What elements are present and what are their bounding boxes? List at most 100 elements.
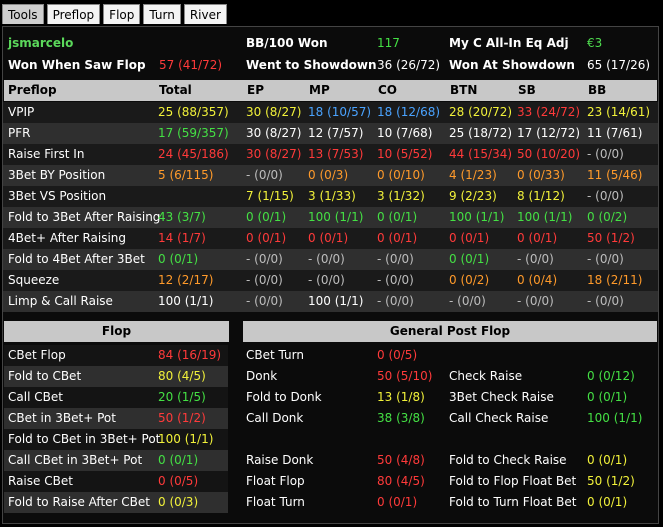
preflop-stat-cell: - (0/0) (246, 273, 283, 287)
postflop-stat-value: 38 (3/8) (377, 411, 425, 425)
postflop-stat-value: 0 (0/5) (377, 348, 418, 362)
preflop-stat-cell: 0 (0/1) (308, 231, 349, 245)
preflop-stat-cell: 0 (0/10) (377, 168, 425, 182)
preflop-stat-cell: 3 (1/33) (308, 189, 356, 203)
preflop-stat-cell: 25 (88/357) (158, 105, 229, 119)
preflop-row: PFR 17 (59/357) 30 (8/27) 12 (7/57) 10 (7/68… (3, 123, 658, 144)
preflop-row-label: Raise First In (8, 147, 85, 161)
wwsf-label: Won When Saw Flop (8, 58, 146, 72)
bb100-label: BB/100 Won (246, 36, 328, 50)
preflop-row: Squeeze 12 (2/17) - (0/0) - (0/0) - (0/0) 0 (… (3, 270, 658, 291)
col-btn: BTN (450, 83, 478, 97)
postflop-row: Fold to Raise After CBet 0 (0/3) Float Tur… (3, 492, 658, 513)
preflop-header: Preflop Total EP MP CO BTN SB BB (4, 80, 657, 101)
tab-river[interactable]: River (183, 4, 227, 24)
postflop-stat-value: 50 (1/2) (587, 474, 635, 488)
preflop-stat-cell: 18 (2/11) (587, 273, 643, 287)
wsd-label: Won At Showdown (449, 58, 575, 72)
preflop-row: VPIP 25 (88/357) 30 (8/27) 18 (10/57) 18 (12… (3, 102, 658, 123)
summary-row-2: Won When Saw Flop 57 (41/72) Went to Sho… (3, 55, 658, 76)
postflop-row: Call CBet in 3Bet+ Pot 0 (0/1) Raise Donk 5… (3, 450, 658, 471)
postflop-stat-label: Float Turn (246, 495, 305, 509)
player-name: jsmarcelo (8, 36, 74, 50)
preflop-stat-cell: 12 (7/57) (308, 126, 364, 140)
postflop-stat-label: Fold to Turn Float Bet (449, 495, 577, 509)
preflop-stat-cell: - (0/0) (377, 252, 414, 266)
preflop-stat-cell: - (0/0) (587, 147, 624, 161)
preflop-stat-cell: 17 (59/357) (158, 126, 229, 140)
wtsd-label: Went to Showdown (246, 58, 377, 72)
postflop-stat-value: 13 (1/8) (377, 390, 425, 404)
postflop-stat-value: 50 (1/2) (158, 411, 206, 425)
postflop-stat-label: Fold to Donk (246, 390, 322, 404)
flop-header: Flop (4, 321, 229, 342)
summary-row-1: jsmarcelo BB/100 Won 117 My C All-In Eq … (3, 33, 658, 54)
preflop-stat-cell: - (0/0) (308, 252, 345, 266)
tab-flop[interactable]: Flop (103, 4, 141, 24)
preflop-stat-cell: 100 (1/1) (308, 210, 364, 224)
preflop-row: 3Bet BY Position 5 (6/115) - (0/0) 0 (0/3) 0… (3, 165, 658, 186)
preflop-row: 3Bet VS Position 7 (1/15) 3 (1/33) 3 (1/32)… (3, 186, 658, 207)
preflop-stat-cell: 11 (7/61) (587, 126, 643, 140)
postflop-stat-label: Fold to Flop Float Bet (449, 474, 577, 488)
preflop-stat-cell: 3 (1/32) (377, 189, 425, 203)
col-ep: EP (247, 83, 264, 97)
preflop-stat-cell: 10 (7/68) (377, 126, 433, 140)
flop-header-label: Flop (101, 324, 132, 338)
postflop-stat-label: Fold to CBet (8, 369, 82, 383)
postflop-stat-label: Fold to Raise After CBet (8, 495, 150, 509)
allin-value: €3 (587, 36, 603, 50)
preflop-row-label: PFR (8, 126, 31, 140)
preflop-row-label: 4Bet+ After Raising (8, 231, 127, 245)
preflop-stat-cell: 10 (5/52) (377, 147, 433, 161)
postflop-stat-value: 0 (0/1) (587, 453, 628, 467)
col-total: Total (159, 83, 192, 97)
postflop-stat-value: 0 (0/1) (587, 495, 628, 509)
bb100-value: 117 (377, 36, 400, 50)
preflop-stat-cell: - (0/0) (246, 168, 283, 182)
preflop-header-label: Preflop (8, 83, 57, 97)
preflop-stat-cell: 0 (0/1) (246, 231, 287, 245)
preflop-stat-cell: 50 (10/20) (517, 147, 581, 161)
preflop-row-label: 3Bet VS Position (8, 189, 107, 203)
preflop-stat-cell: 23 (14/61) (587, 105, 651, 119)
postflop-stat-label: Call CBet (8, 390, 63, 404)
preflop-stat-cell: 30 (8/27) (246, 126, 302, 140)
preflop-stat-cell: 7 (1/15) (246, 189, 294, 203)
preflop-row-label: Limp & Call Raise (8, 294, 113, 308)
preflop-stat-cell: 0 (0/33) (517, 168, 565, 182)
tab-preflop[interactable]: Preflop (46, 4, 101, 24)
allin-label: My C All-In Eq Adj (449, 36, 569, 50)
col-sb: SB (518, 83, 536, 97)
preflop-stat-cell: 30 (8/27) (246, 147, 302, 161)
postflop-stat-value: 0 (0/1) (377, 495, 418, 509)
postflop-stat-label: CBet Turn (246, 348, 304, 362)
postflop-stat-label: CBet in 3Bet+ Pot (8, 411, 116, 425)
preflop-stat-cell: - (0/0) (377, 294, 414, 308)
preflop-stat-cell: 0 (0/2) (449, 273, 490, 287)
postflop-stat-value: 84 (16/19) (158, 348, 222, 362)
postflop-stat-value: 50 (4/8) (377, 453, 425, 467)
preflop-stat-cell: 5 (6/115) (158, 168, 214, 182)
preflop-stat-cell: 0 (0/1) (377, 210, 418, 224)
preflop-stat-cell: 28 (20/72) (449, 105, 513, 119)
preflop-row: Raise First In 24 (45/186) 30 (8/27) 13 (7/… (3, 144, 658, 165)
tab-turn[interactable]: Turn (143, 4, 181, 24)
tab-tools[interactable]: Tools (2, 4, 44, 24)
preflop-stat-cell: 44 (15/34) (449, 147, 513, 161)
preflop-stat-cell: - (0/0) (308, 273, 345, 287)
preflop-stat-cell: 9 (2/23) (449, 189, 497, 203)
postflop-stat-value: 0 (0/3) (158, 495, 199, 509)
postflop-stat-label: Float Flop (246, 474, 305, 488)
preflop-stat-cell: - (0/0) (587, 189, 624, 203)
preflop-stat-cell: 30 (8/27) (246, 105, 302, 119)
postflop-stat-value: 0 (0/5) (158, 474, 199, 488)
postflop-stat-value: 50 (5/10) (377, 369, 433, 383)
preflop-stat-cell: - (0/0) (246, 294, 283, 308)
postflop-stat-label: Raise Donk (246, 453, 314, 467)
preflop-stat-cell: 11 (5/46) (587, 168, 643, 182)
postflop-stat-value: 20 (1/5) (158, 390, 206, 404)
preflop-row-label: 3Bet BY Position (8, 168, 106, 182)
col-co: CO (378, 83, 398, 97)
preflop-stat-cell: 24 (45/186) (158, 147, 229, 161)
